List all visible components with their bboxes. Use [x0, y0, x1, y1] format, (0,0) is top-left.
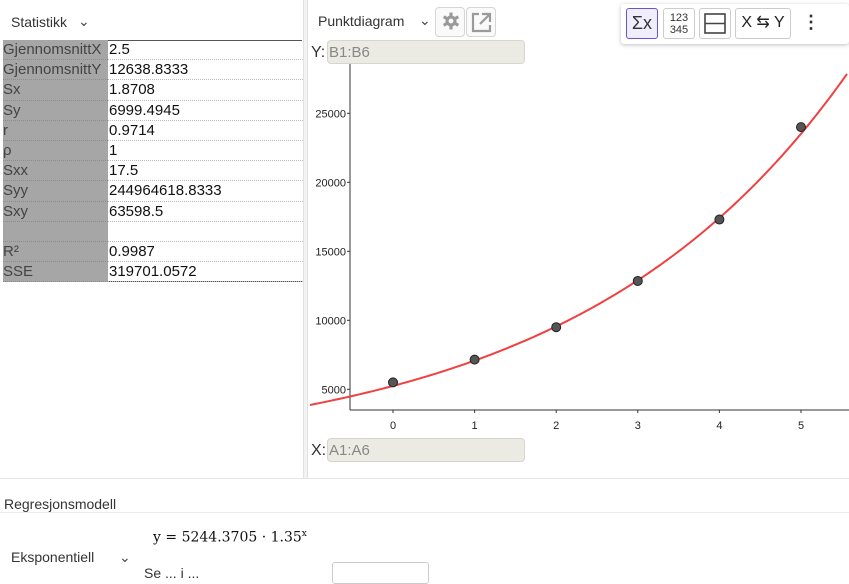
divider — [0, 512, 849, 513]
chevron-down-icon: ⌄ — [78, 13, 90, 29]
table-row: Sy 6999.4945 — [3, 100, 303, 121]
statistics-table: GjennomsnittX 2.5 GjennomsnittY 12638.8333… — [3, 40, 303, 283]
x-tick-label: 1 — [472, 420, 478, 432]
stat-value: 12638.8333 — [108, 59, 303, 81]
stat-value: 1 — [108, 140, 303, 162]
stat-key: ρ — [3, 140, 108, 162]
stat-value — [108, 221, 303, 242]
stat-key: Sxy — [3, 201, 108, 222]
formula-exponent: x — [301, 529, 307, 539]
x-axis-ticks: 0 1 2 3 4 5 — [390, 410, 804, 432]
table-row: GjennomsnittX 2.5 — [3, 40, 303, 61]
gear-icon — [443, 12, 459, 30]
stat-value: 0.9714 — [108, 120, 303, 141]
stat-value: 17.5 — [108, 160, 303, 182]
stat-key: r — [3, 120, 108, 141]
formula-rhs: 5244.3705 · 1.35 — [181, 529, 302, 546]
panel-splitter[interactable] — [303, 0, 308, 478]
table-row — [3, 221, 303, 242]
statistics-toolbar: Σx 123 345 X ⇆ Y ⋮ — [621, 4, 849, 44]
stat-key: GjennomsnittX — [3, 40, 108, 61]
chevron-down-icon[interactable]: ⌄ — [419, 12, 431, 29]
x-tick-label: 3 — [635, 420, 641, 432]
x-tick-label: 2 — [553, 420, 559, 432]
stat-key: Sxx — [3, 160, 108, 182]
data-point — [632, 275, 643, 286]
split-layout-icon — [704, 13, 726, 34]
data-table-button[interactable]: 123 345 — [663, 8, 695, 39]
layout-button[interactable] — [699, 8, 731, 39]
export-button[interactable] — [466, 7, 496, 37]
stat-key: Syy — [3, 180, 108, 202]
y-tick-label: 20000 — [315, 177, 346, 189]
data-point — [551, 322, 562, 333]
table-row: ρ1 — [3, 140, 303, 162]
stat-value: 319701.0572 — [108, 261, 303, 283]
numbers-line-2: 345 — [669, 24, 689, 36]
evaluate-input[interactable] — [332, 562, 429, 584]
y-tick-label: 25000 — [315, 108, 346, 120]
formula-lhs: y — [153, 529, 161, 546]
numbers-line-1: 123 — [669, 12, 689, 24]
table-row: r 0.9714 — [3, 120, 303, 141]
x-range-input[interactable] — [327, 438, 525, 462]
y-range-input[interactable] — [327, 40, 525, 64]
table-row: R² 0.9987 — [3, 241, 303, 263]
evaluate-label: Se ... i ... — [144, 565, 200, 581]
regression-formula: y = 5244.3705 · 1.35x — [153, 529, 307, 546]
y-tick-label: 5000 — [322, 384, 346, 396]
y-tick-label: 10000 — [315, 315, 346, 327]
statistics-dropdown-label: Statistikk — [11, 14, 68, 30]
regression-title: Regresjonsmodell — [4, 496, 117, 512]
data-point — [388, 377, 398, 388]
table-row: Sx 1.8708 — [3, 79, 303, 101]
x-tick-label: 0 — [390, 420, 396, 432]
data-point — [469, 354, 480, 365]
chevron-down-icon[interactable]: ⌄ — [119, 549, 131, 566]
data-point — [714, 214, 725, 225]
x-tick-label: 5 — [798, 420, 804, 432]
data-points — [388, 122, 806, 388]
x-tick-label: 4 — [716, 420, 722, 432]
y-tick-label: 15000 — [315, 246, 346, 258]
stat-key: GjennomsnittY — [3, 59, 108, 81]
stat-value: 6999.4945 — [108, 100, 303, 121]
y-axis-ticks: 5000 10000 15000 20000 25000 — [315, 108, 350, 396]
settings-button[interactable] — [435, 7, 465, 37]
table-row: SSE 319701.0572 — [3, 261, 303, 283]
swap-xy-button[interactable]: X ⇆ Y — [735, 8, 791, 39]
stat-value: 2.5 — [108, 40, 303, 61]
table-row: Syy 244964618.8333 — [3, 180, 303, 202]
regression-model-dropdown[interactable]: Eksponentiell — [11, 549, 94, 565]
table-row: GjennomsnittY 12638.8333 — [3, 59, 303, 81]
table-row: Sxx 17.5 — [3, 160, 303, 182]
stat-key — [3, 221, 108, 242]
plot-type-dropdown[interactable]: Punktdiagram — [318, 13, 404, 29]
external-link-icon — [471, 12, 492, 33]
stat-value: 0.9987 — [108, 241, 303, 263]
statistics-button[interactable]: Σx — [626, 8, 658, 39]
data-point — [796, 122, 806, 133]
x-axis-input-label: X: — [311, 442, 327, 459]
stat-value: 244964618.8333 — [108, 180, 303, 202]
statistics-dropdown[interactable]: Statistikk ⌄ — [0, 4, 300, 40]
stat-key: Sy — [3, 100, 108, 121]
regression-curve — [310, 73, 848, 406]
scatter-plot: 5000 10000 15000 20000 25000 0 1 2 3 4 5 — [310, 64, 849, 432]
stat-key: Sx — [3, 79, 108, 101]
y-axis-input-label: Y: — [311, 44, 326, 61]
stat-value: 63598.5 — [108, 201, 303, 222]
stat-key: SSE — [3, 261, 108, 283]
stat-value: 1.8708 — [108, 79, 303, 101]
stat-key: R² — [3, 241, 108, 263]
horizontal-divider — [0, 478, 849, 479]
more-options-icon[interactable]: ⋮ — [801, 8, 821, 39]
table-row: Sxy 63598.5 — [3, 201, 303, 222]
